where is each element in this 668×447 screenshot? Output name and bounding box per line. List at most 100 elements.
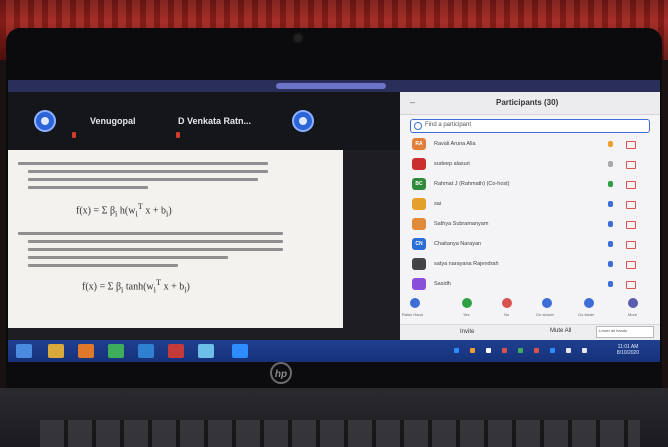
prev-video-button[interactable]	[34, 110, 56, 132]
no-icon[interactable]	[502, 298, 512, 308]
video-off-icon[interactable]	[626, 221, 636, 229]
next-video-button[interactable]	[292, 110, 314, 132]
invite-button[interactable]: Invite	[460, 329, 474, 335]
toolbar-label: Go slower	[536, 312, 555, 317]
toolbar-label: Yes	[463, 312, 470, 317]
mic-icon[interactable]	[608, 221, 613, 227]
video-off-icon[interactable]	[626, 281, 636, 289]
tray-icon[interactable]	[518, 348, 523, 353]
laptop-chin	[6, 362, 662, 388]
video-off-icon[interactable]	[626, 141, 636, 149]
raise-hand-icon[interactable]	[410, 298, 420, 308]
avatar: CN	[412, 238, 426, 250]
participants-panel: – Participants (30) Find a participant R…	[400, 92, 660, 341]
mic-muted-icon	[72, 132, 76, 138]
mic-icon[interactable]	[608, 161, 613, 167]
toolbar-label: No	[504, 312, 510, 317]
participant-search-input[interactable]: Find a participant	[410, 119, 650, 133]
participant-name: Sathya Subramanyam	[434, 221, 489, 227]
video-off-icon[interactable]	[626, 181, 636, 189]
app-icon[interactable]	[168, 344, 184, 358]
app-icon[interactable]	[198, 344, 214, 358]
mic-icon[interactable]	[608, 261, 613, 267]
participant-name: Chaitanya Narayan	[434, 241, 482, 247]
zoom-icon[interactable]	[232, 344, 248, 358]
participant-name: Sasidh	[434, 281, 451, 287]
share-indicator	[276, 83, 386, 89]
lower-hands-button[interactable]: Lower all hands	[596, 326, 654, 338]
video-name-2: D Venkata Ratn...	[178, 116, 252, 126]
chrome-icon[interactable]	[108, 344, 124, 358]
network-icon[interactable]	[566, 348, 571, 353]
video-off-icon[interactable]	[626, 161, 636, 169]
slide-text-line	[28, 256, 228, 259]
participant-name: satya narayana Rajendrah	[434, 261, 499, 267]
laptop-screen: Venugopal D Venkata Ratn... f(x) = Σ βi …	[8, 80, 660, 362]
go-faster-icon[interactable]	[584, 298, 594, 308]
mic-icon[interactable]	[608, 281, 613, 287]
participant-row[interactable]: Sathya Subramanyam	[412, 218, 648, 232]
mic-icon[interactable]	[608, 241, 613, 247]
participant-row[interactable]: RA Ravali Aruna Alla	[412, 138, 648, 152]
panel-title: Participants (30)	[496, 98, 559, 107]
search-placeholder: Find a participant	[425, 122, 472, 128]
shared-slide: f(x) = Σ βi h(wiT x + bi) f(x) = Σ βi ta…	[8, 150, 343, 328]
volume-icon[interactable]	[582, 348, 587, 353]
participant-row[interactable]: sudeep alasuri	[412, 158, 648, 172]
mute-all-button[interactable]: Mute All	[550, 328, 571, 334]
participant-row[interactable]: satya narayana Rajendrah	[412, 258, 648, 272]
avatar	[412, 158, 426, 170]
taskbar-clock[interactable]: 11:01 AM 8/10/2020	[606, 344, 650, 356]
mic-muted-icon	[176, 132, 180, 138]
video-off-icon[interactable]	[626, 241, 636, 249]
tray-icon[interactable]	[502, 348, 507, 353]
app-icon[interactable]	[78, 344, 94, 358]
participant-name: Rahmat J (Rahmath) (Co-host)	[434, 181, 510, 187]
keyboard	[40, 420, 640, 447]
participant-row[interactable]: CN Chaitanya Narayan	[412, 238, 648, 252]
windows-taskbar: 11:01 AM 8/10/2020	[8, 340, 660, 362]
tray-icon[interactable]	[534, 348, 539, 353]
participant-name: sai	[434, 201, 442, 207]
tray-icon[interactable]	[486, 348, 491, 353]
yes-icon[interactable]	[462, 298, 472, 308]
start-icon[interactable]	[16, 344, 32, 358]
hp-logo: hp	[270, 362, 292, 384]
mic-icon[interactable]	[608, 201, 613, 207]
video-off-icon[interactable]	[626, 261, 636, 269]
tray-icon[interactable]	[454, 348, 459, 353]
tray-icon[interactable]	[470, 348, 475, 353]
participant-row[interactable]: sai	[412, 198, 648, 212]
mic-icon[interactable]	[608, 181, 613, 187]
participant-row[interactable]: Sasidh	[412, 278, 648, 292]
formula-1: f(x) = Σ βi h(wiT x + bi)	[76, 202, 172, 219]
video-off-icon[interactable]	[626, 201, 636, 209]
toolbar-label: More	[628, 312, 638, 317]
participant-row[interactable]: BC Rahmat J (Rahmath) (Co-host)	[412, 178, 648, 192]
slide-text-line	[28, 170, 268, 173]
avatar: RA	[412, 138, 426, 150]
panel-footer: Invite Mute All Lower all hands	[400, 324, 660, 341]
slide-text-line	[28, 240, 283, 243]
avatar	[412, 218, 426, 230]
participant-name: sudeep alasuri	[434, 161, 470, 167]
mic-icon[interactable]	[608, 141, 613, 147]
avatar: BC	[412, 178, 426, 190]
slide-text-line	[18, 232, 283, 235]
panel-header: – Participants (30)	[400, 92, 660, 115]
video-name-1: Venugopal	[90, 116, 136, 126]
formula-2: f(x) = Σ βi tanh(wiT x + bi)	[82, 278, 190, 295]
tray-icon[interactable]	[550, 348, 555, 353]
close-icon[interactable]: –	[410, 97, 415, 107]
toolbar-label: Go faster	[578, 312, 595, 317]
slide-text-line	[28, 248, 283, 251]
avatar	[412, 258, 426, 270]
slide-text-line	[28, 186, 148, 189]
app-icon[interactable]	[138, 344, 154, 358]
more-icon[interactable]	[628, 298, 638, 308]
avatar	[412, 198, 426, 210]
slide-text-line	[28, 264, 178, 267]
explorer-icon[interactable]	[48, 344, 64, 358]
webcam	[294, 34, 302, 42]
go-slower-icon[interactable]	[542, 298, 552, 308]
